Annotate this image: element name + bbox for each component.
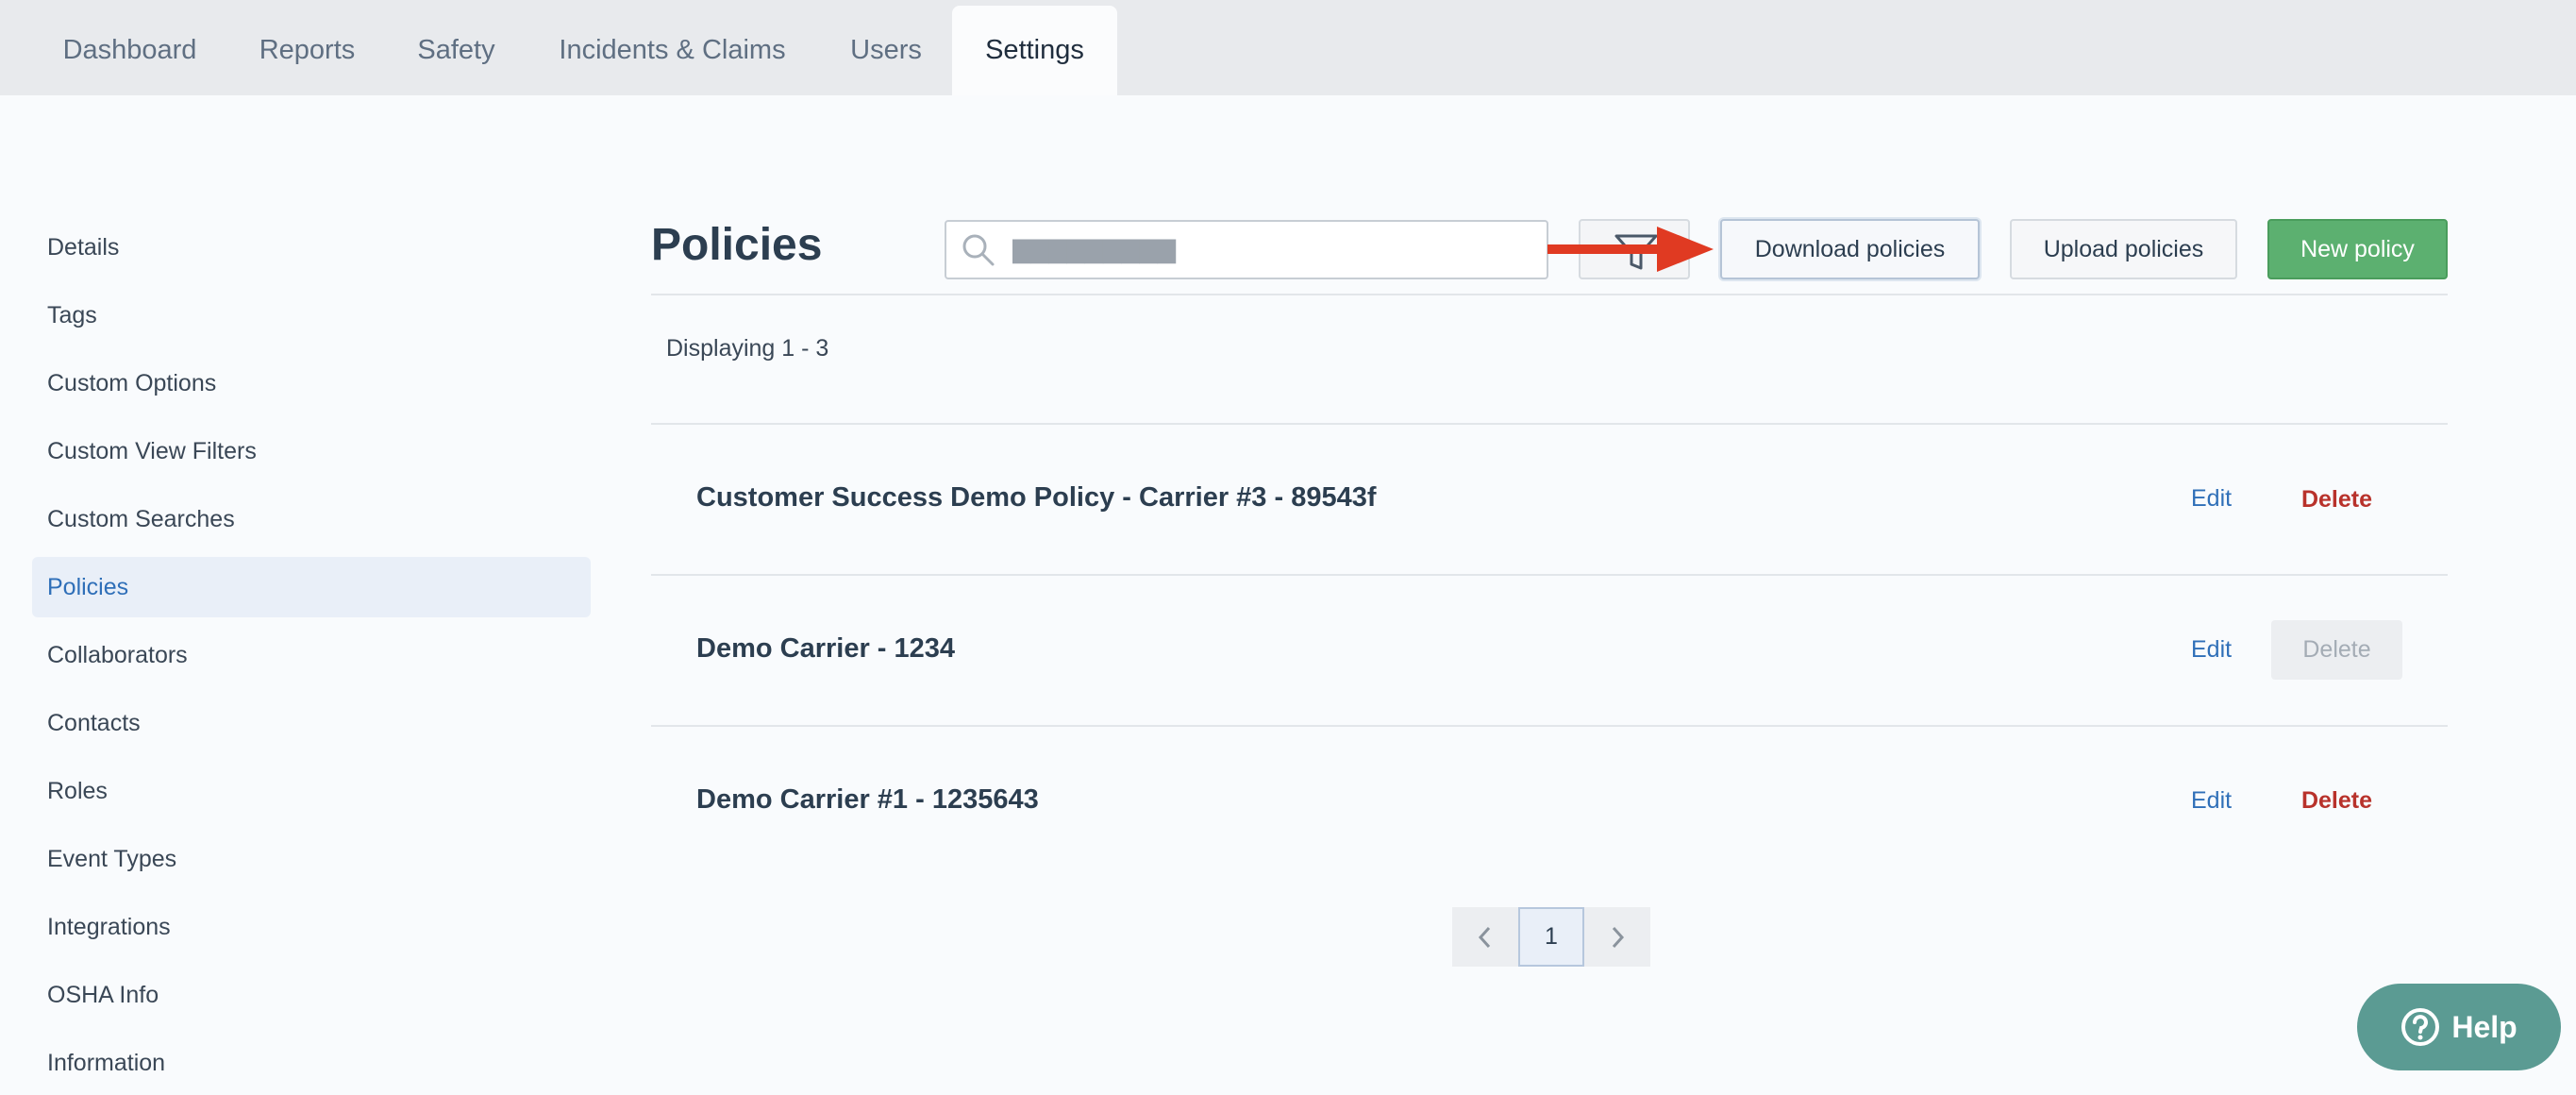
tab-incidents-claims[interactable]: Incidents & Claims: [532, 6, 812, 95]
annotation-arrow-icon: [1547, 227, 1714, 272]
header-divider: [651, 294, 2448, 295]
edit-link[interactable]: Edit: [2191, 485, 2232, 513]
row-divider: [651, 725, 2448, 727]
sidebar-item-policies[interactable]: Policies: [32, 557, 591, 617]
delete-button[interactable]: Delete: [2271, 470, 2402, 530]
tab-reports[interactable]: Reports: [234, 6, 380, 95]
policy-name: Demo Carrier #1 - 1235643: [696, 784, 1039, 815]
upload-policies-button[interactable]: Upload policies: [2010, 219, 2237, 279]
delete-button[interactable]: Delete: [2271, 771, 2402, 831]
tab-settings[interactable]: Settings: [952, 6, 1117, 95]
page-title: Policies: [651, 220, 823, 270]
previous-page-button[interactable]: [1452, 907, 1518, 967]
delete-button-disabled: Delete: [2271, 620, 2402, 680]
search-box: [945, 220, 1548, 279]
top-navigation: Dashboard Reports Safety Incidents & Cla…: [0, 0, 2576, 95]
help-label: Help: [2451, 1009, 2517, 1044]
tab-safety[interactable]: Safety: [393, 6, 520, 95]
sidebar-item-information[interactable]: Information: [32, 1033, 591, 1093]
help-button[interactable]: Help: [2357, 984, 2561, 1070]
edit-link[interactable]: Edit: [2191, 636, 2232, 664]
sidebar-item-details[interactable]: Details: [32, 217, 591, 278]
sidebar-item-collaborators[interactable]: Collaborators: [32, 625, 591, 685]
tab-users[interactable]: Users: [825, 6, 947, 95]
new-policy-button[interactable]: New policy: [2267, 219, 2448, 279]
edit-link[interactable]: Edit: [2191, 787, 2232, 815]
sidebar-item-custom-options[interactable]: Custom Options: [32, 353, 591, 413]
sidebar-item-custom-searches[interactable]: Custom Searches: [32, 489, 591, 549]
sidebar-item-custom-view-filters[interactable]: Custom View Filters: [32, 421, 591, 481]
sidebar-item-event-types[interactable]: Event Types: [32, 829, 591, 889]
sidebar-item-roles[interactable]: Roles: [32, 761, 591, 821]
displaying-count: Displaying 1 - 3: [666, 335, 829, 362]
tab-dashboard[interactable]: Dashboard: [38, 6, 222, 95]
search-input[interactable]: [1012, 233, 1522, 267]
next-page-button[interactable]: [1584, 907, 1650, 967]
sidebar-item-tags[interactable]: Tags: [32, 285, 591, 345]
sidebar-item-integrations[interactable]: Integrations: [32, 897, 591, 957]
sidebar-item-osha-info[interactable]: OSHA Info: [32, 965, 591, 1025]
policy-name: Customer Success Demo Policy - Carrier #…: [696, 482, 1377, 513]
chevron-left-icon: [1478, 926, 1491, 948]
download-policies-button[interactable]: Download policies: [1720, 219, 1980, 279]
question-circle-icon: [2401, 1008, 2440, 1046]
sidebar-item-contacts[interactable]: Contacts: [32, 693, 591, 753]
search-icon: [960, 231, 997, 269]
chevron-right-icon: [1612, 926, 1625, 948]
row-divider: [651, 574, 2448, 576]
policy-name: Demo Carrier - 1234: [696, 633, 956, 664]
pagination: 1: [1452, 907, 1650, 967]
page-number[interactable]: 1: [1518, 907, 1584, 967]
row-divider: [651, 423, 2448, 425]
